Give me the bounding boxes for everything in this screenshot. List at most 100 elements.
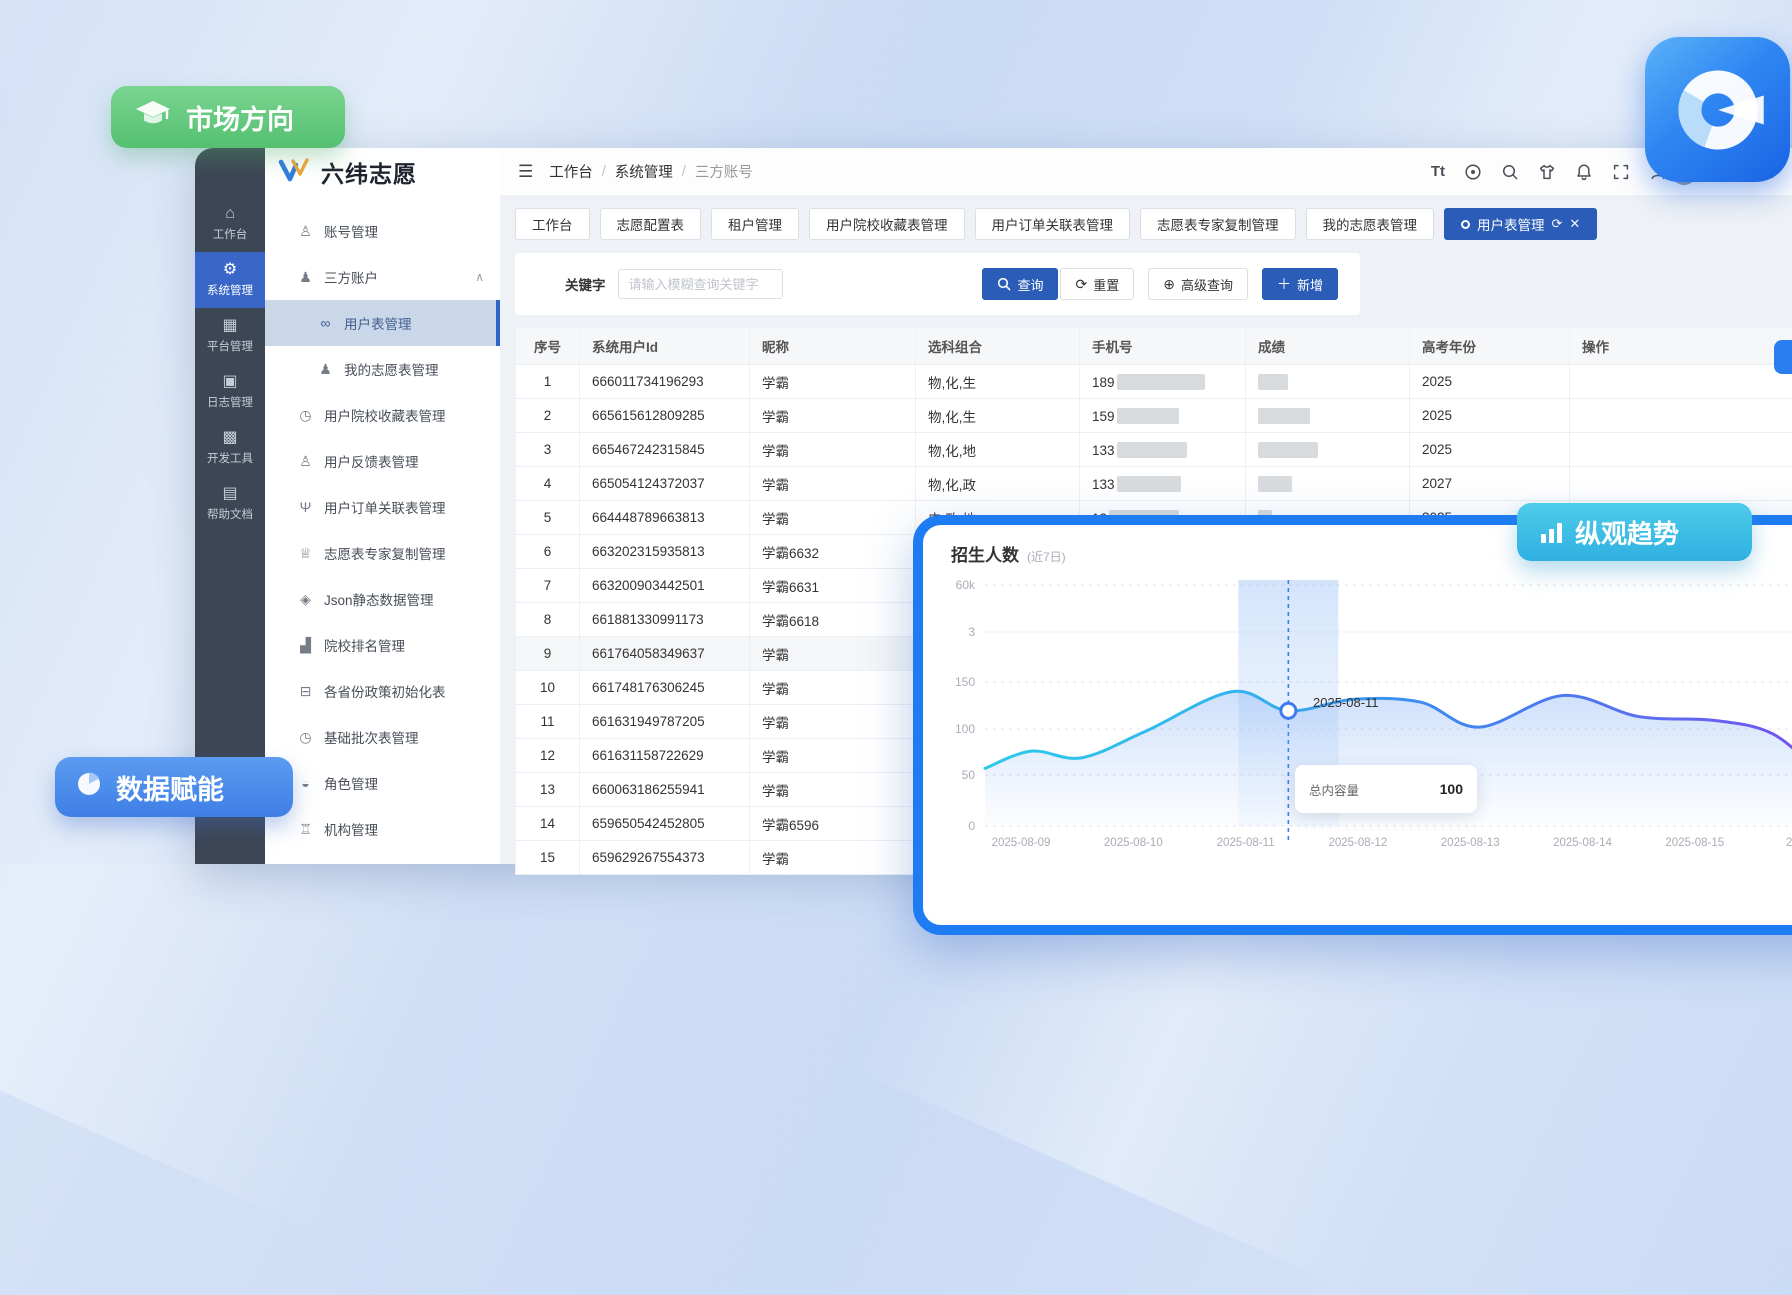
redaction-block <box>1117 374 1205 390</box>
rail-item-docs[interactable]: ▤帮助文档 <box>195 476 265 532</box>
sidebar-item[interactable]: ◷用户院校收藏表管理 <box>265 392 500 438</box>
sidebar: 六纬志愿 ♙账号管理♟三方账户∧∞用户表管理♟我的志愿表管理◷用户院校收藏表管理… <box>265 148 500 864</box>
grid-icon: ▦ <box>222 318 237 334</box>
x-axis-label: 2025-08 <box>1786 837 1792 849</box>
cell: 物,化,政 <box>916 467 1080 501</box>
tab-item[interactable]: 我的志愿表管理 <box>1306 208 1435 240</box>
keyword-input[interactable] <box>618 269 783 299</box>
hamburger-menu-icon[interactable]: ☰ <box>518 162 533 182</box>
sidebar-item[interactable]: ◈ Json静态数据管理 <box>265 576 500 622</box>
language-icon[interactable] <box>1464 163 1482 181</box>
sidebar-item[interactable]: ⊟各省份政策初始化表 <box>265 668 500 714</box>
sidebar-item-label: Json静态数据管理 <box>324 589 434 609</box>
database-icon: ⊟ <box>297 683 314 700</box>
breadcrumb-item[interactable]: 三方账号 <box>695 161 753 182</box>
zoom-plus-icon: ⊕ <box>1163 277 1175 291</box>
tab-item[interactable]: 用户订单关联表管理 <box>975 208 1131 240</box>
docs-icon: ▤ <box>222 486 237 502</box>
cell-score <box>1246 433 1410 467</box>
chart-panel: 招生人数 (近7日) 60k3150100500 2025-08-092025-… <box>913 515 1792 935</box>
table-row[interactable]: 4665054124372037学霸物,化,政1332027 <box>516 467 1792 501</box>
cell: 661631158722629 <box>580 739 750 773</box>
cell: 学霸6596 <box>750 807 916 841</box>
tab-label: 租户管理 <box>728 214 782 234</box>
tab-refresh-icon[interactable]: ⟳ <box>1552 216 1563 232</box>
rail-item-grid[interactable]: ▦平台管理 <box>195 308 265 364</box>
cell: 学霸 <box>750 399 916 433</box>
sidebar-item[interactable]: ♖机构管理 <box>265 806 500 852</box>
rail-item-log[interactable]: ▣日志管理 <box>195 364 265 420</box>
log-icon: ▣ <box>222 374 237 390</box>
cell: 学霸 <box>750 467 916 501</box>
breadcrumb-item[interactable]: 系统管理 <box>615 161 673 182</box>
cell: 661764058349637 <box>580 637 750 671</box>
gear-icon: ⚙ <box>223 262 237 278</box>
add-button[interactable]: ＋ 新增 <box>1262 268 1338 300</box>
top-header: ☰ 工作台/系统管理/三方账号 Tt 超级管理员 <box>500 148 1792 196</box>
advanced-search-button[interactable]: ⊕ 高级查询 <box>1148 268 1248 300</box>
shield-icon: ◈ <box>297 591 314 608</box>
tab-dot-icon <box>1461 220 1470 229</box>
y-axis-label: 100 <box>931 722 975 736</box>
search-icon[interactable] <box>1501 163 1519 181</box>
rail-item-gear[interactable]: ⚙系统管理 <box>195 252 265 308</box>
sidebar-item[interactable]: ▟院校排名管理 <box>265 622 500 668</box>
cell: 3 <box>516 433 580 467</box>
bell-icon[interactable] <box>1575 163 1593 181</box>
tooltip-field: 总内容量 <box>1309 780 1359 799</box>
breadcrumb-item[interactable]: 工作台 <box>549 161 593 182</box>
sidebar-item[interactable]: Ψ用户订单关联表管理 <box>265 484 500 530</box>
sidebar-item[interactable]: ♕志愿表专家复制管理 <box>265 530 500 576</box>
table-row[interactable]: 3665467242315845学霸物,化,地1332025 <box>516 433 1792 467</box>
column-header: 高考年份 <box>1410 328 1570 365</box>
tab-close-icon[interactable]: ✕ <box>1569 216 1580 232</box>
cell-actions <box>1570 467 1792 501</box>
column-header: 操作 <box>1570 328 1792 365</box>
fullscreen-icon[interactable] <box>1612 163 1630 181</box>
tab-item[interactable]: 租户管理 <box>711 208 799 240</box>
badge-label: 纵观趋势 <box>1575 514 1679 551</box>
plus-icon: ＋ <box>1277 277 1291 291</box>
tab-active[interactable]: 用户表管理⟳✕ <box>1444 208 1597 240</box>
sidebar-item[interactable]: ◷基础批次表管理 <box>265 714 500 760</box>
sidebar-item[interactable]: ∞用户表管理 <box>265 300 500 346</box>
cell: 物,化,生 <box>916 399 1080 433</box>
graduation-cap-icon <box>133 98 173 137</box>
cell-actions <box>1570 365 1792 399</box>
tooltip-card: 总内容量 100 <box>1295 765 1477 813</box>
edge-button-partial[interactable] <box>1774 340 1792 374</box>
cell-score <box>1246 399 1410 433</box>
redaction-block <box>1258 476 1292 492</box>
tab-item[interactable]: 志愿配置表 <box>600 208 702 240</box>
data-point-marker <box>1281 703 1296 718</box>
table-row[interactable]: 1666011734196293学霸物,化,生1892025 <box>516 365 1792 399</box>
clock-icon: ◷ <box>297 729 314 746</box>
reset-button[interactable]: ⟳ 重置 <box>1060 268 1134 300</box>
theme-icon[interactable] <box>1538 163 1556 181</box>
chevron-up-icon[interactable]: ∧ <box>475 270 484 284</box>
cell: 660063186255941 <box>580 773 750 807</box>
cell: 8 <box>516 603 580 637</box>
y-axis-label: 3 <box>931 625 975 639</box>
table-row[interactable]: 2665615612809285学霸物,化,生1592025 <box>516 399 1792 433</box>
sidebar-item-label: 用户表管理 <box>344 313 412 333</box>
cell: 661748176306245 <box>580 671 750 705</box>
sidebar-item[interactable]: ♟我的志愿表管理 <box>265 346 500 392</box>
sidebar-item[interactable]: ♙账号管理 <box>265 208 500 254</box>
rail-item-devtools[interactable]: ▩开发工具 <box>195 420 265 476</box>
column-header: 成绩 <box>1246 328 1410 365</box>
search-button[interactable]: 查询 <box>982 268 1058 300</box>
sidebar-item[interactable]: ◒角色管理 <box>265 760 500 806</box>
sidebar-item-label: 用户院校收藏表管理 <box>324 405 446 425</box>
font-size-icon[interactable]: Tt <box>1431 163 1445 180</box>
tab-item[interactable]: 工作台 <box>515 208 590 240</box>
donut-logo-icon <box>1666 58 1770 162</box>
trophy-icon: ♕ <box>297 545 314 562</box>
tab-item[interactable]: 志愿表专家复制管理 <box>1140 208 1296 240</box>
tab-item[interactable]: 用户院校收藏表管理 <box>809 208 965 240</box>
sidebar-item[interactable]: ♟三方账户∧ <box>265 254 500 300</box>
pie-chart-icon <box>75 770 103 805</box>
sidebar-item[interactable]: ♙用户反馈表管理 <box>265 438 500 484</box>
rail-item-home[interactable]: ⌂工作台 <box>195 196 265 252</box>
bar-chart-icon: ▟ <box>297 637 314 654</box>
